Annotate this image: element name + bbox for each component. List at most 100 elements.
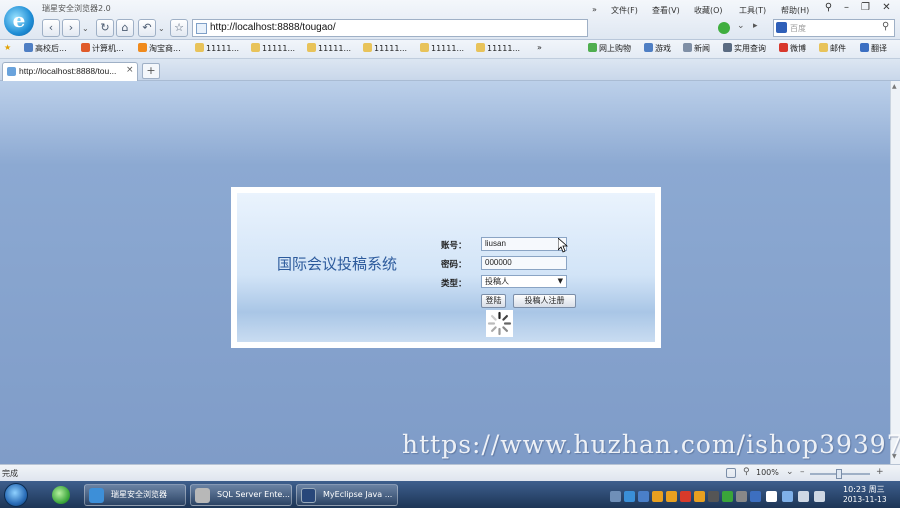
status-text: 完成 xyxy=(2,469,18,478)
favorites-star-icon[interactable]: ★ xyxy=(4,43,11,56)
taskbar-app-myeclipse[interactable]: MyEclipse Java ... xyxy=(296,484,398,506)
zoom-level[interactable]: 100% xyxy=(756,468,779,477)
favorite-weibo[interactable]: 微博 xyxy=(779,43,806,56)
zoom-out-icon[interactable]: – xyxy=(800,467,805,477)
vertical-scrollbar[interactable]: ▲ ▼ xyxy=(890,81,900,464)
favorite-folder[interactable]: 11111... xyxy=(195,43,239,56)
tray-icon[interactable] xyxy=(638,491,649,502)
page-icon xyxy=(196,23,207,34)
tray-icon[interactable] xyxy=(610,491,621,502)
security-shield-icon[interactable] xyxy=(718,22,730,34)
qq-icon[interactable] xyxy=(666,491,677,502)
favorite-folder[interactable]: 11111... xyxy=(363,43,407,56)
page-icon xyxy=(7,67,16,76)
zoom-in-icon[interactable]: + xyxy=(876,467,884,477)
close-tab-icon[interactable]: × xyxy=(126,65,134,75)
refresh-button[interactable]: ↻ xyxy=(96,19,114,37)
chevron-down-icon: ▼ xyxy=(557,277,563,285)
zoom-icon[interactable]: ⚲ xyxy=(743,467,750,477)
menu-help[interactable]: 帮助(H) xyxy=(781,5,809,16)
tab-tougao[interactable]: http://localhost:8888/tou... × xyxy=(2,62,138,81)
taskbar-app-sqlserver[interactable]: SQL Server Ente... xyxy=(190,484,292,506)
favorite-folder[interactable]: 11111... xyxy=(476,43,520,56)
forward-button[interactable]: › xyxy=(62,19,80,37)
search-input[interactable]: 百度 xyxy=(790,23,806,34)
qq-icon[interactable] xyxy=(694,491,705,502)
start-button[interactable] xyxy=(4,483,28,507)
login-panel: 国际会议投稿系统 账号： liusan 密码： 000000 类型： 投稿人 ▼… xyxy=(231,187,661,348)
clock-time[interactable]: 10:23 周三 xyxy=(843,484,885,495)
favorite-lookup[interactable]: 实用查询 xyxy=(723,43,766,56)
favorite-item[interactable]: 淘宝商... xyxy=(138,43,181,56)
tray-icon[interactable] xyxy=(708,491,719,502)
app-title: 瑞星安全浏览器2.0 xyxy=(42,4,111,13)
pinned-browser-button[interactable] xyxy=(46,484,76,506)
search-icon[interactable]: ⚲ xyxy=(882,21,889,32)
close-window-button[interactable]: ✕ xyxy=(878,1,895,15)
network-icon[interactable] xyxy=(798,491,809,502)
shield-icon[interactable] xyxy=(782,491,793,502)
favorite-folder[interactable]: 11111... xyxy=(420,43,464,56)
account-input[interactable]: liusan xyxy=(481,237,567,251)
login-button[interactable]: 登陆 xyxy=(481,294,506,308)
address-bar[interactable]: http://localhost:8888/tougao/ xyxy=(192,19,588,37)
zoom-slider-handle[interactable] xyxy=(836,469,842,479)
address-dropdown-icon[interactable]: ⌄ xyxy=(737,21,745,31)
qq-icon[interactable] xyxy=(652,491,663,502)
menu-tools[interactable]: 工具(T) xyxy=(739,5,766,16)
favorite-translate[interactable]: 翻译 xyxy=(860,43,887,56)
tray-icon[interactable] xyxy=(750,491,761,502)
browser-icon xyxy=(89,488,104,503)
tray-icon[interactable] xyxy=(624,491,635,502)
scroll-up-icon[interactable]: ▲ xyxy=(892,83,897,90)
favorite-folder[interactable]: 11111... xyxy=(251,43,295,56)
undo-dropdown-icon[interactable]: ⌄ xyxy=(158,24,165,33)
menu-view[interactable]: 查看(V) xyxy=(652,5,680,16)
restore-button[interactable]: ❐ xyxy=(857,1,874,15)
back-button[interactable]: ‹ xyxy=(42,19,60,37)
flag-icon[interactable] xyxy=(766,491,777,502)
favorite-folder[interactable]: 11111... xyxy=(307,43,351,56)
sql-server-icon xyxy=(195,488,210,503)
type-label: 类型： xyxy=(441,279,467,289)
taskbar-app-browser[interactable]: 瑞星安全浏览器 xyxy=(84,484,186,506)
add-favorite-button[interactable]: ☆ xyxy=(170,19,188,37)
user-type-select[interactable]: 投稿人 ▼ xyxy=(481,275,567,288)
rising-browser-icon xyxy=(52,486,70,504)
favorite-games[interactable]: 游戏 xyxy=(644,43,671,56)
favorite-news[interactable]: 新闻 xyxy=(683,43,710,56)
zoom-dropdown-icon[interactable]: ⌄ xyxy=(786,467,794,477)
favorite-shopping[interactable]: 网上购物 xyxy=(588,43,631,56)
tray-icon[interactable] xyxy=(722,491,733,502)
password-input[interactable]: 000000 xyxy=(481,256,567,270)
tab-label: http://localhost:8888/tou... xyxy=(19,66,117,76)
volume-icon[interactable] xyxy=(814,491,825,502)
minimize-button[interactable]: – xyxy=(838,1,855,15)
clock-date[interactable]: 2013-11-13 xyxy=(843,495,887,504)
tray-icon[interactable] xyxy=(736,491,747,502)
compat-view-icon[interactable] xyxy=(726,468,736,478)
system-tray xyxy=(610,485,835,505)
register-button[interactable]: 投稿人注册 xyxy=(513,294,576,308)
new-tab-button[interactable]: + xyxy=(142,63,160,79)
loading-spinner-icon xyxy=(486,310,513,337)
home-button[interactable]: ⌂ xyxy=(116,19,134,37)
menu-file[interactable]: 文件(F) xyxy=(611,5,638,16)
go-icon[interactable]: ▸ xyxy=(753,21,758,31)
favorites-more[interactable]: » xyxy=(537,43,542,56)
favorite-item[interactable]: 计算机... xyxy=(81,43,124,56)
forward-dropdown-icon[interactable]: ⌄ xyxy=(82,24,89,33)
status-bar: 完成 ⚲ 100% ⌄ – + xyxy=(0,464,900,481)
address-input[interactable]: http://localhost:8888/tougao/ xyxy=(210,22,336,33)
search-box[interactable]: 百度 ⚲ xyxy=(773,19,895,37)
tab-bar: http://localhost:8888/tou... × + xyxy=(0,59,900,81)
favorite-mail[interactable]: 邮件 xyxy=(819,43,846,56)
baidu-icon xyxy=(776,22,787,33)
undo-close-button[interactable]: ↶ xyxy=(138,19,156,37)
pin-icon[interactable]: ⚲ xyxy=(820,1,837,15)
tray-icon[interactable] xyxy=(680,491,691,502)
menu-favorites[interactable]: 收藏(O) xyxy=(694,5,723,16)
menu-more[interactable]: » xyxy=(592,5,597,14)
favorite-item[interactable]: 高校后... xyxy=(24,43,67,56)
system-title: 国际会议投稿系统 xyxy=(277,255,398,273)
